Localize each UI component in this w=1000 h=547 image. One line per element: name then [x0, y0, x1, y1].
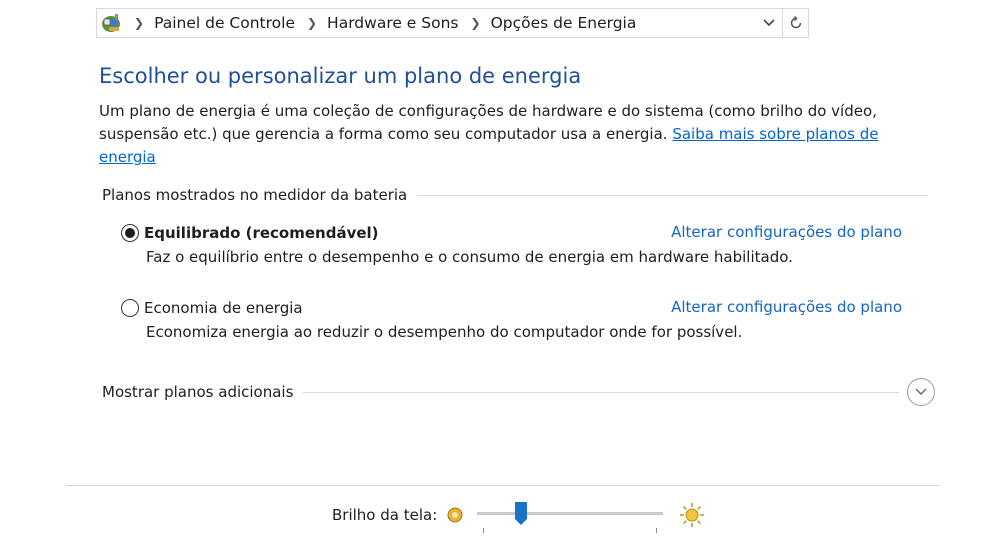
slider-thumb[interactable] [515, 502, 528, 526]
plan-name[interactable]: Equilibrado (recomendável) [144, 224, 379, 242]
bottom-divider [66, 485, 940, 486]
slider-tick [483, 528, 485, 533]
brightness-control: Brilho da tela: [332, 500, 705, 533]
change-plan-settings-link[interactable]: Alterar configurações do plano [671, 298, 902, 316]
breadcrumb: ❯ Painel de Controle ❯ Hardware e Sons ❯… [130, 14, 636, 32]
page-description: Um plano de energia é uma coleção de con… [99, 100, 899, 169]
address-bar[interactable]: ❯ Painel de Controle ❯ Hardware e Sons ❯… [96, 8, 809, 38]
plan-equilibrado: Equilibrado (recomendável) Alterar confi… [121, 222, 911, 266]
brightness-slider[interactable] [477, 500, 664, 533]
show-additional-plans[interactable]: Mostrar planos adicionais [102, 378, 935, 406]
change-plan-settings-link[interactable]: Alterar configurações do plano [671, 223, 902, 241]
radio-equilibrado[interactable] [121, 224, 139, 242]
breadcrumb-painel-de-controle[interactable]: Painel de Controle [154, 14, 295, 32]
slider-track[interactable] [477, 512, 664, 515]
refresh-icon[interactable] [782, 9, 808, 37]
slider-tick [656, 528, 658, 533]
plan-description: Faz o equilíbrio entre o desempenho e o … [146, 248, 793, 266]
divider [417, 194, 928, 196]
plan-economia-de-energia: Economia de energia Alterar configuraçõe… [121, 297, 911, 341]
breadcrumb-separator[interactable]: ❯ [471, 16, 481, 30]
plans-section-header: Planos mostrados no medidor da bateria [102, 186, 928, 204]
page-title: Escolher ou personalizar um plano de ene… [99, 64, 582, 88]
chevron-down-icon[interactable] [756, 9, 782, 37]
radio-economia-de-energia[interactable] [121, 299, 139, 317]
brightness-label: Brilho da tela: [332, 506, 438, 524]
plans-section-label: Planos mostrados no medidor da bateria [102, 186, 408, 204]
breadcrumb-separator[interactable]: ❯ [307, 16, 317, 30]
plan-name[interactable]: Economia de energia [144, 299, 303, 317]
radio-selected-dot [125, 228, 135, 238]
bright-sun-icon [679, 502, 705, 528]
dim-sun-icon [447, 507, 463, 523]
plan-description: Economiza energia ao reduzir o desempenh… [146, 323, 743, 341]
show-additional-plans-label[interactable]: Mostrar planos adicionais [102, 383, 303, 401]
chevron-down-circle-icon[interactable] [907, 378, 935, 406]
breadcrumb-opcoes-de-energia[interactable]: Opções de Energia [491, 14, 637, 32]
breadcrumb-separator[interactable]: ❯ [134, 16, 144, 30]
control-panel-icon [100, 11, 124, 35]
divider [303, 391, 899, 393]
breadcrumb-hardware-e-sons[interactable]: Hardware e Sons [327, 14, 458, 32]
